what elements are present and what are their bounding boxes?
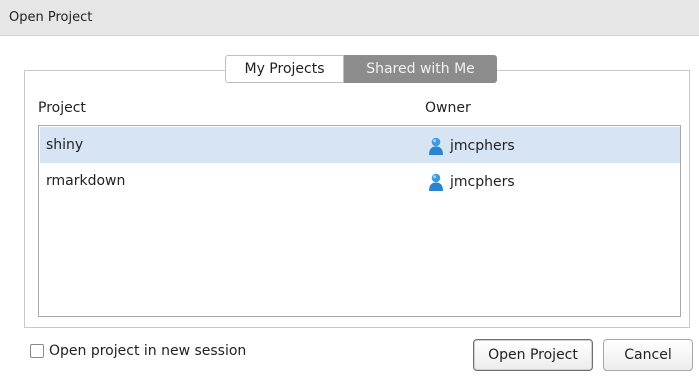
owner-name: jmcphers	[450, 138, 515, 154]
tab-bar: My Projects Shared with Me	[225, 55, 497, 83]
new-session-label[interactable]: Open project in new session	[49, 343, 246, 359]
cancel-button[interactable]: Cancel	[603, 339, 693, 371]
user-icon	[429, 137, 443, 155]
project-row[interactable]: rmarkdown jmcphers	[40, 163, 680, 199]
open-project-button[interactable]: Open Project	[473, 339, 593, 371]
tab-my-projects[interactable]: My Projects	[225, 55, 344, 83]
project-row[interactable]: shiny jmcphers	[40, 127, 680, 163]
column-header-project[interactable]: Project	[38, 100, 86, 116]
dialog-title: Open Project	[9, 10, 93, 25]
new-session-option[interactable]: Open project in new session	[30, 343, 246, 359]
dialog-titlebar: Open Project	[0, 0, 699, 36]
project-name: rmarkdown	[46, 173, 126, 189]
new-session-checkbox[interactable]	[30, 344, 44, 358]
owner-cell: jmcphers	[428, 172, 515, 192]
project-list[interactable]: shiny jmcphers rmarkdown jmcphers	[38, 125, 681, 317]
owner-cell: jmcphers	[428, 136, 515, 156]
tab-shared-with-me[interactable]: Shared with Me	[344, 55, 497, 83]
user-icon	[429, 173, 443, 191]
column-header-owner[interactable]: Owner	[425, 100, 471, 116]
owner-name: jmcphers	[450, 174, 515, 190]
project-name: shiny	[46, 137, 84, 153]
